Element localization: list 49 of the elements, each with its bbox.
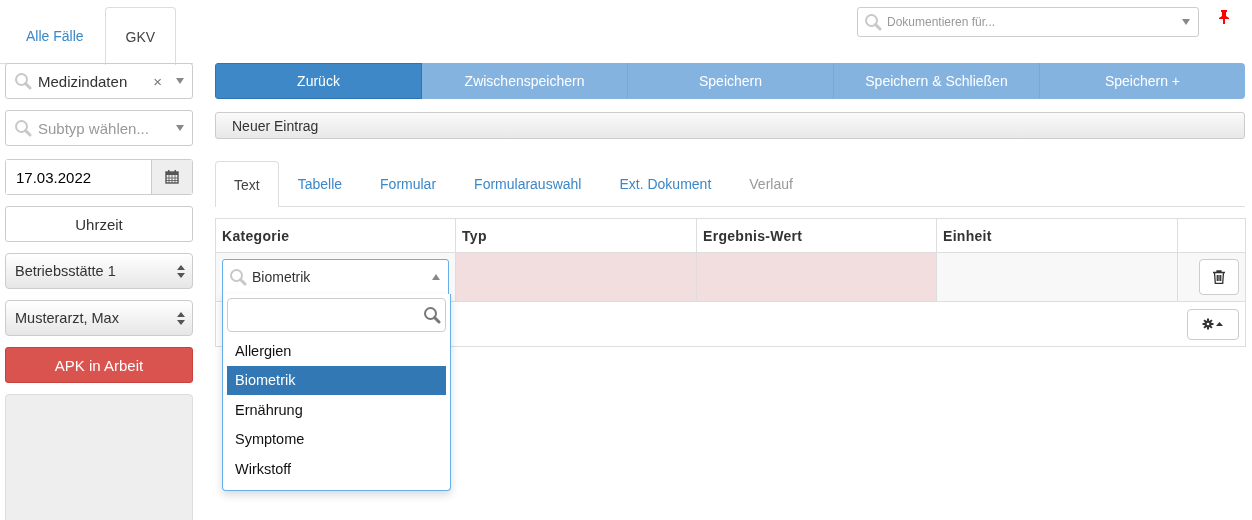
type-select[interactable]: Medizindaten × [5,63,193,99]
up-down-caret-icon [177,264,185,278]
table-cell[interactable] [696,252,937,302]
pin-icon[interactable] [1219,10,1229,24]
new-entry-bar[interactable]: Neuer Eintrag [215,112,1245,139]
clear-icon[interactable]: × [153,72,162,90]
column-header: Typ [455,218,697,253]
settings-icon [1202,318,1224,330]
category-select[interactable]: Biometrik [222,259,449,295]
dropdown-option[interactable]: Biometrik [227,365,446,395]
search-icon [14,72,32,90]
search-icon [864,13,882,31]
dropdown-search-field[interactable] [227,298,446,332]
entry-tab[interactable]: Text [215,161,279,207]
dropdown-option[interactable]: Wirkstoff [227,454,446,484]
column-header: Einheit [936,218,1178,253]
column-header: Kategorie [215,218,456,253]
column-header: Ergebnis-Wert [696,218,937,253]
dropdown-option[interactable]: Allergien [227,336,446,366]
entry-tab[interactable]: Tabelle [278,161,362,206]
delete-button[interactable] [1199,259,1239,295]
up-down-caret-icon [177,311,185,325]
status-button[interactable]: APK in Arbeit [5,347,193,383]
subtype-select[interactable]: Subtyp wählen... [5,110,193,146]
case-tab[interactable]: Alle Fälle [5,7,105,64]
action-button[interactable]: Zurück [215,63,422,99]
entry-tab[interactable]: Formular [361,161,456,206]
entry-tab[interactable]: Ext. Dokument [600,161,731,206]
search-icon [14,119,32,137]
caret-down-icon [1182,19,1190,25]
search-icon [229,268,247,286]
trash-icon [1213,270,1225,284]
caret-down-icon [176,125,184,131]
caret-down-icon [176,78,184,84]
search-icon [423,306,441,324]
entry-tab[interactable]: Formularauswahl [455,161,601,206]
dropdown-option[interactable]: Ernährung [227,395,446,425]
doctor-select[interactable]: Musterarzt, Max [5,300,193,336]
case-tab[interactable]: GKV [104,7,177,65]
settings-button[interactable] [1187,308,1239,340]
calendar-icon[interactable] [165,170,179,184]
location-select[interactable]: Betriebsstätte 1 [5,253,193,289]
document-for-field[interactable]: Dokumentieren für... [857,7,1199,37]
table-cell[interactable] [936,252,1178,302]
date-field[interactable]: 17.03.2022 [5,159,193,195]
dropdown-option[interactable]: Symptome [227,424,446,454]
time-button[interactable]: Uhrzeit [5,206,193,242]
table-cell[interactable] [455,252,697,302]
caret-up-icon [432,274,440,280]
